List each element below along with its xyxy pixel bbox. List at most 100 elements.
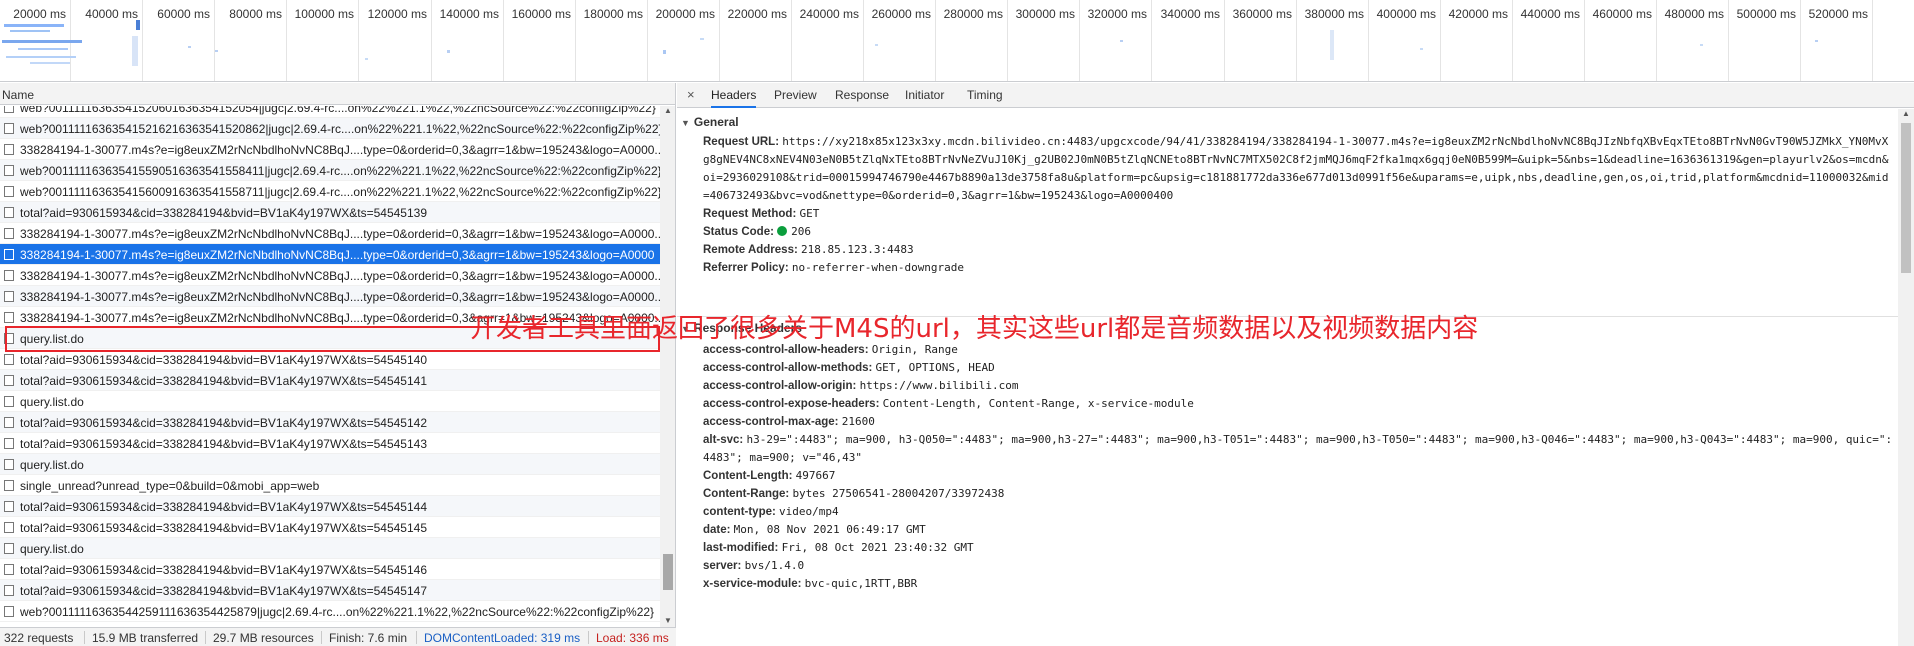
request-name: total?aid=930615934&cid=338284194&bvid=B… <box>20 206 428 220</box>
request-list-scrollbar[interactable]: ▲ ▼ <box>660 106 675 627</box>
request-row[interactable]: total?aid=930615934&cid=338284194&bvid=B… <box>0 433 660 454</box>
timeline-request-mark <box>365 58 368 60</box>
timeline-request-mark <box>4 24 64 27</box>
request-list: web?00111116363541520601636354152054|jug… <box>0 106 660 627</box>
request-method-value: GET <box>799 207 820 220</box>
scroll-down-arrow-icon[interactable]: ▼ <box>664 616 672 625</box>
request-row[interactable]: 338284194-1-30077.m4s?e=ig8euxZM2rNcNbdl… <box>0 223 660 244</box>
network-overview[interactable]: 20000 ms 40000 ms 60000 ms 80000 ms 100000 m… <box>0 0 1914 82</box>
scroll-up-arrow-icon[interactable]: ▲ <box>1902 109 1910 118</box>
timeline-request-mark <box>663 50 666 54</box>
resource-file-icon <box>4 249 14 260</box>
tab-headers[interactable]: Headers <box>711 83 757 108</box>
request-row[interactable]: web?001111163635415590516363541558411|ju… <box>0 160 660 181</box>
timeline-gridline <box>1440 0 1441 81</box>
request-row[interactable]: query.list.do <box>0 454 660 475</box>
timeline-tick-label: 420000 ms <box>1448 7 1508 21</box>
domcontentloaded-time: DOMContentLoaded: 319 ms <box>424 631 581 645</box>
request-row[interactable]: query.list.do <box>0 538 660 559</box>
tab-preview[interactable]: Preview <box>774 83 817 108</box>
request-row[interactable]: 338284194-1-30077.m4s?e=ig8euxZM2rNcNbdl… <box>0 265 660 286</box>
timeline-gridline <box>1728 0 1729 81</box>
response-header-row: access-control-max-age: 21600 <box>703 413 1893 431</box>
header-key: date: <box>703 524 734 536</box>
timeline-gridline <box>214 0 215 81</box>
resource-file-icon <box>4 106 14 113</box>
timeline-gridline <box>791 0 792 81</box>
response-header-row: alt-svc: h3-29=":4483"; ma=900, h3-Q050=… <box>703 431 1893 467</box>
header-value: https://www.bilibili.com <box>859 379 1019 392</box>
request-url-value: https://xy218x85x123x3xy.mcdn.bilivideo.… <box>703 135 1889 202</box>
request-row[interactable]: total?aid=930615934&cid=338284194&bvid=B… <box>0 202 660 223</box>
request-row[interactable]: total?aid=930615934&cid=338284194&bvid=B… <box>0 496 660 517</box>
timeline-tick-label: 180000 ms <box>583 7 643 21</box>
tab-response[interactable]: Response <box>835 83 889 108</box>
request-name: total?aid=930615934&cid=338284194&bvid=B… <box>20 500 428 514</box>
timeline-tick-label: 200000 ms <box>655 7 715 21</box>
request-name: web?00111116363544259111636354425879|jug… <box>20 605 655 619</box>
general-section-header[interactable]: ▼ General <box>681 115 739 129</box>
name-column-header[interactable]: Name <box>0 83 675 105</box>
request-row[interactable]: web?001111163635415600916363541558711|ju… <box>0 181 660 202</box>
divider <box>416 631 417 644</box>
timeline-tick-label: 320000 ms <box>1087 7 1147 21</box>
request-row[interactable]: web?00111116363544259111636354425879|jug… <box>0 601 660 622</box>
request-row[interactable]: total?aid=930615934&cid=338284194&bvid=B… <box>0 370 660 391</box>
remote-address-key: Remote Address: <box>703 244 801 256</box>
response-header-row: date: Mon, 08 Nov 2021 06:49:17 GMT <box>703 521 1893 539</box>
resource-file-icon <box>4 186 14 197</box>
finish-time: Finish: 7.6 min <box>329 631 408 645</box>
details-scrollbar[interactable]: ▲ <box>1898 109 1914 646</box>
network-status-bar: 322 requests 15.9 MB transferred 29.7 MB… <box>0 627 676 646</box>
expand-triangle-icon[interactable]: ▼ <box>681 118 690 128</box>
request-row[interactable]: total?aid=930615934&cid=338284194&bvid=B… <box>0 349 660 370</box>
request-row[interactable]: 338284194-1-30077.m4s?e=ig8euxZM2rNcNbdl… <box>0 244 660 265</box>
request-name: 338284194-1-30077.m4s?e=ig8euxZM2rNcNbdl… <box>20 248 655 262</box>
timeline-request-mark <box>1420 48 1423 50</box>
tab-initiator[interactable]: Initiator <box>905 83 944 108</box>
request-row[interactable]: total?aid=930615934&cid=338284194&bvid=B… <box>0 580 660 601</box>
timeline-request-mark <box>18 48 68 50</box>
timeline-request-mark <box>1700 44 1703 46</box>
timeline-tick-label: 220000 ms <box>727 7 787 21</box>
request-row[interactable]: total?aid=930615934&cid=338284194&bvid=B… <box>0 412 660 433</box>
timeline-gridline <box>1512 0 1513 81</box>
request-row[interactable]: single_unread?unread_type=0&build=0&mobi… <box>0 475 660 496</box>
request-row[interactable]: query.list.do <box>0 391 660 412</box>
header-value: bvs/1.4.0 <box>744 559 805 572</box>
scrollbar-thumb[interactable] <box>663 554 673 590</box>
remote-address-value: 218.85.123.3:4483 <box>801 243 914 256</box>
header-key: server: <box>703 560 745 572</box>
annotation-caption: 开发者工具里面返回了很多关于M4S的url，其实这些url都是音频数据以及视频数… <box>470 314 1479 344</box>
request-row[interactable]: web?00111116363541520601636354152054|jug… <box>0 106 660 118</box>
request-row[interactable]: 338284194-1-30077.m4s?e=ig8euxZM2rNcNbdl… <box>0 286 660 307</box>
timeline-request-mark <box>2 40 82 43</box>
timeline-request-mark <box>136 20 140 30</box>
resource-file-icon <box>4 291 14 302</box>
resource-file-icon <box>4 417 14 428</box>
response-header-row: Content-Length: 497667 <box>703 467 1893 485</box>
close-icon[interactable]: × <box>687 87 695 102</box>
request-row[interactable]: web?001111163635415216216363541520862|ju… <box>0 118 660 139</box>
timeline-tick-label: 160000 ms <box>511 7 571 21</box>
scroll-up-arrow-icon[interactable]: ▲ <box>664 106 672 115</box>
tab-timing[interactable]: Timing <box>967 83 1003 108</box>
request-name: web?00111116363541520601636354152054|jug… <box>20 106 656 115</box>
timeline-request-mark <box>6 56 76 58</box>
request-name: total?aid=930615934&cid=338284194&bvid=B… <box>20 374 428 388</box>
timeline-gridline <box>1872 0 1873 81</box>
scrollbar-thumb[interactable] <box>1901 123 1911 273</box>
request-name: total?aid=930615934&cid=338284194&bvid=B… <box>20 353 428 367</box>
request-row[interactable]: total?aid=930615934&cid=338284194&bvid=B… <box>0 517 660 538</box>
timeline-gridline <box>647 0 648 81</box>
request-row[interactable]: total?aid=930615934&cid=338284194&bvid=B… <box>0 559 660 580</box>
divider <box>321 631 322 644</box>
request-row[interactable]: 338284194-1-30077.m4s?e=ig8euxZM2rNcNbdl… <box>0 139 660 160</box>
resource-file-icon <box>4 585 14 596</box>
resource-file-icon <box>4 606 14 617</box>
resource-file-icon <box>4 438 14 449</box>
status-code-key: Status Code: <box>703 226 778 238</box>
request-url-row: Request URL: https://xy218x85x123x3xy.mc… <box>703 133 1893 205</box>
details-tab-bar: × Headers Preview Response Initiator Tim… <box>677 83 1914 108</box>
response-header-row: access-control-allow-methods: GET, OPTIO… <box>703 359 1893 377</box>
